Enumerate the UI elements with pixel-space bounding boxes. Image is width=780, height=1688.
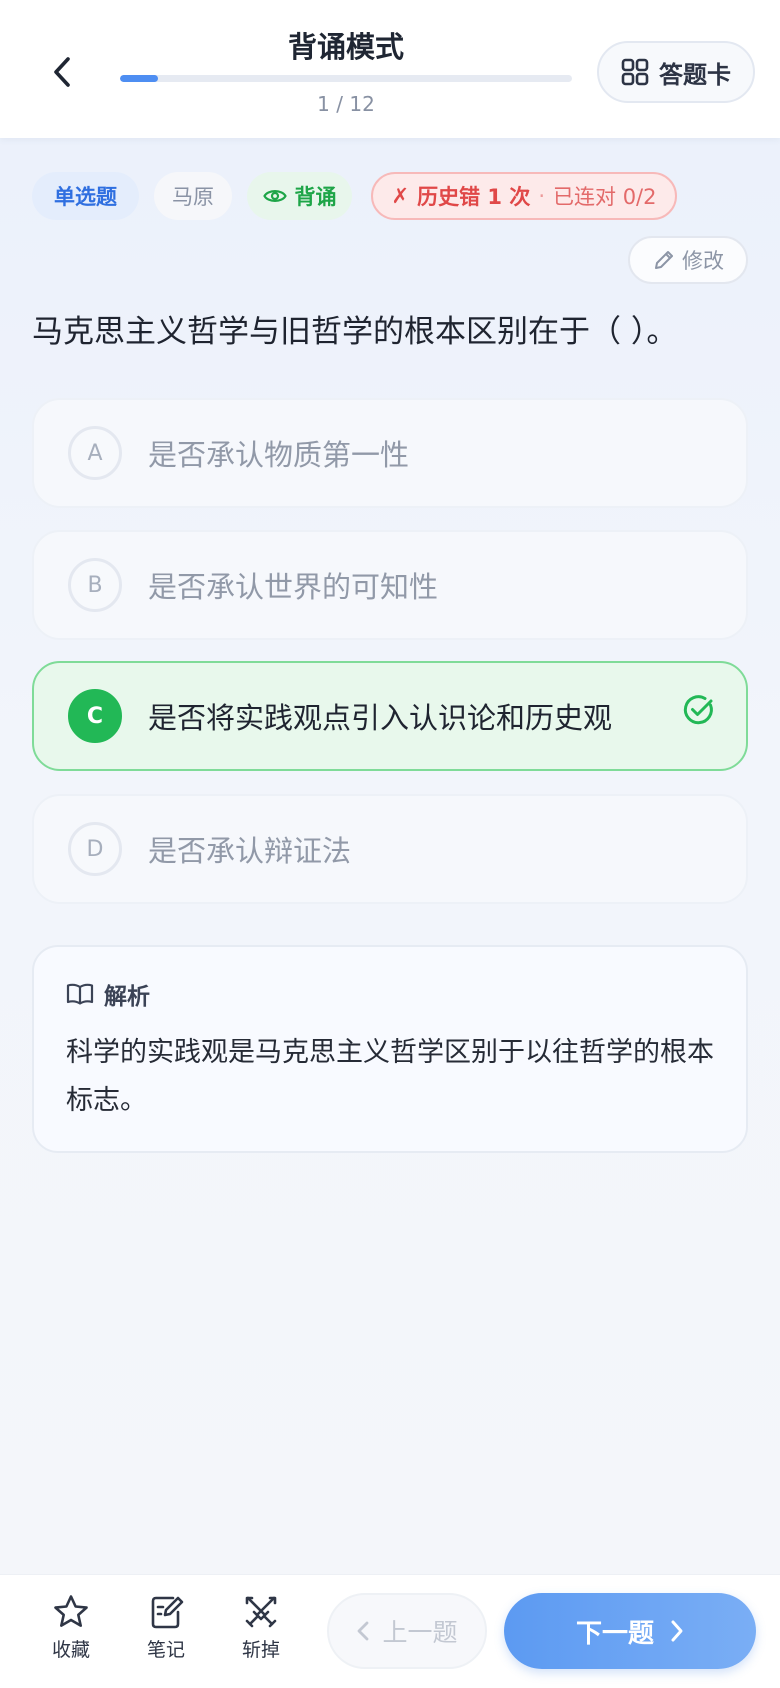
pencil-icon: [655, 251, 673, 269]
check-circle-icon: [683, 695, 713, 725]
note-button[interactable]: 笔记: [131, 1593, 201, 1673]
progress-text: 1 / 12: [317, 92, 375, 116]
history-badge: ✗ 历史错 1 次 · 已连对 0/2: [371, 172, 677, 220]
bottom-toolbar: 收藏 笔记 斩掉 上一题 下一题: [0, 1574, 780, 1688]
cut-button[interactable]: 斩掉: [226, 1593, 296, 1673]
back-button[interactable]: [40, 48, 84, 96]
answer-card-button[interactable]: 答题卡: [597, 41, 755, 103]
cut-label: 斩掉: [241, 1639, 280, 1661]
option-text: 是否将实践观点引入认识论和历史观: [148, 701, 613, 735]
option-c[interactable]: C 是否将实践观点引入认识论和历史观: [32, 661, 748, 771]
history-wrong-count: 历史错 1 次: [417, 185, 531, 209]
page-title: 背诵模式: [287, 30, 404, 64]
grid-icon: [621, 58, 649, 86]
chevron-right-icon: [671, 1620, 683, 1642]
option-b[interactable]: B 是否承认世界的可知性: [32, 530, 748, 640]
subject-badge: 马原: [154, 172, 232, 220]
favorite-button[interactable]: 收藏: [36, 1593, 106, 1673]
top-header: 背诵模式 1 / 12 答题卡: [0, 0, 780, 138]
progress-bar: [120, 75, 572, 82]
mode-label: 背诵: [294, 185, 337, 209]
question-text: 马克思主义哲学与旧哲学的根本区别在于（ ）。: [32, 314, 678, 350]
option-text: 是否承认物质第一性: [148, 438, 410, 472]
option-d[interactable]: D 是否承认辩证法: [32, 794, 748, 904]
mode-badge: 背诵: [247, 172, 352, 220]
option-letter: D: [68, 822, 122, 876]
note-label: 笔记: [146, 1639, 185, 1661]
correct-streak: 已连对 0/2: [553, 185, 657, 209]
explanation-title: 解析: [104, 984, 150, 1010]
option-a[interactable]: A 是否承认物质第一性: [32, 398, 748, 508]
swords-icon: [245, 1596, 277, 1628]
previous-question-button[interactable]: 上一题: [327, 1593, 487, 1669]
answer-card-label: 答题卡: [659, 60, 731, 89]
next-label: 下一题: [575, 1618, 654, 1649]
option-letter: C: [68, 689, 122, 743]
eye-icon: [262, 190, 287, 202]
option-text: 是否承认辩证法: [148, 834, 352, 868]
explanation-card: 解析 科学的实践观是马克思主义哲学区别于以往哲学的根本标志。: [32, 945, 748, 1153]
previous-label: 上一题: [382, 1618, 458, 1647]
explanation-header: 解析: [66, 977, 150, 1011]
option-text: 是否承认世界的可知性: [148, 570, 439, 604]
note-edit-icon: [151, 1596, 184, 1629]
chevron-left-icon: [54, 57, 70, 87]
next-question-button[interactable]: 下一题: [504, 1593, 756, 1669]
favorite-label: 收藏: [51, 1639, 90, 1661]
edit-button[interactable]: 修改: [628, 236, 748, 284]
explanation-body: 科学的实践观是马克思主义哲学区别于以往哲学的根本标志。: [66, 1037, 714, 1117]
option-letter: B: [68, 558, 122, 612]
book-open-icon: [66, 983, 94, 1005]
edit-label: 修改: [682, 249, 724, 273]
option-letter: A: [68, 426, 122, 480]
progress-bar-fill: [120, 75, 158, 82]
star-icon: [54, 1595, 88, 1627]
chevron-left-icon: [358, 1621, 369, 1641]
cross-mark: ✗: [391, 184, 410, 208]
question-type-badge: 单选题: [32, 172, 139, 220]
history-separator: ·: [538, 184, 546, 208]
